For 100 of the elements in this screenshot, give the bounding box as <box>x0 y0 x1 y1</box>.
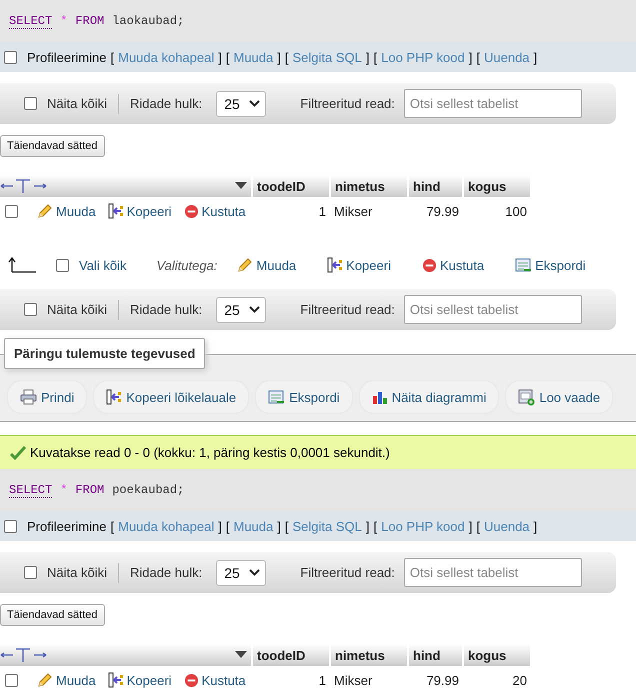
options-button[interactable]: Täiendavad sätted <box>0 135 105 157</box>
bracket: [ <box>284 518 288 534</box>
profiling-label: Profileerimine <box>27 518 106 534</box>
copy-link[interactable]: Kopeeri <box>327 257 391 273</box>
check-icon <box>10 446 26 460</box>
copy-icon <box>108 203 124 219</box>
copy-link[interactable]: Kopeeri <box>108 203 172 219</box>
copy-link[interactable]: Kopeeri <box>108 672 172 688</box>
sql-token: laokaubad; <box>112 14 184 28</box>
select-all-checkbox[interactable] <box>56 258 69 272</box>
view-add-icon <box>518 388 536 406</box>
bracket: ] <box>366 50 370 64</box>
print-button[interactable]: Prindi <box>8 381 86 413</box>
select-all-link[interactable]: Vali kõik <box>79 258 126 272</box>
filter-label: Filtreeritud read: <box>300 96 395 111</box>
export-icon <box>515 258 532 272</box>
sql-token: poekaubad; <box>112 483 184 497</box>
bracket: ] <box>218 518 222 534</box>
rows-select[interactable]: 25 <box>216 560 266 586</box>
bracket: [ <box>284 50 288 64</box>
filter-field[interactable]: Otsi sellest tabelist <box>404 89 582 118</box>
delete-icon <box>422 258 437 272</box>
sort-caret-icon[interactable] <box>235 651 247 659</box>
message-text: Kuvatakse read 0 - 0 (kokku: 1, päring kestis 0,0001 sekundit.) <box>30 445 390 460</box>
options-button[interactable]: Täiendavad sätted <box>0 604 105 626</box>
sql-keyword-link[interactable]: SELECT <box>9 482 52 498</box>
delete-icon <box>184 672 199 688</box>
delete-link[interactable]: Kustuta <box>184 672 246 688</box>
bracket: ] <box>277 518 281 534</box>
delete-link[interactable]: Kustuta <box>422 258 484 272</box>
chevron-down-icon <box>249 569 260 576</box>
column-header[interactable]: toodeID <box>252 175 330 197</box>
column-header[interactable]: kogus <box>463 175 531 197</box>
pencil-icon <box>37 203 53 219</box>
profiling-label: Profileerimine <box>27 50 106 64</box>
column-arrows-icon[interactable] <box>0 178 47 194</box>
show-all-label: Näita kõiki <box>47 565 107 580</box>
table-cell: 20 <box>463 666 531 694</box>
bracket: ] <box>468 518 472 534</box>
bracket: ] <box>468 50 472 64</box>
sql-keyword-link[interactable]: SELECT <box>9 14 52 28</box>
export-button[interactable]: Ekspordi <box>256 381 352 413</box>
copy-icon <box>327 257 344 273</box>
delete-link[interactable]: Kustuta <box>184 204 246 218</box>
filter-field[interactable]: Otsi sellest tabelist <box>404 558 582 587</box>
sql-token: FROM <box>75 483 104 497</box>
checkbox[interactable] <box>24 303 37 316</box>
bar-chart-icon <box>372 389 388 405</box>
checkbox[interactable] <box>4 520 17 532</box>
sql-token: * <box>60 14 68 28</box>
copy-icon <box>108 672 124 688</box>
rows-select[interactable]: 25 <box>216 296 266 322</box>
table-cell: 1 <box>252 197 330 225</box>
filter-label: Filtreeritud read: <box>300 302 395 317</box>
filter-field[interactable]: Otsi sellest tabelist <box>404 295 582 324</box>
sort-caret-icon[interactable] <box>235 182 247 190</box>
checkbox[interactable] <box>4 50 17 64</box>
column-header[interactable]: hind <box>408 175 463 197</box>
bracket: [ <box>374 518 378 534</box>
table-cell: Mikser <box>330 666 408 694</box>
edit-link[interactable]: Muuda <box>37 672 96 688</box>
export-link[interactable]: Ekspordi <box>515 258 586 272</box>
column-header[interactable]: nimetus <box>330 175 408 197</box>
column-header[interactable]: nimetus <box>330 644 408 666</box>
delete-icon <box>184 204 199 218</box>
chevron-down-icon <box>249 100 260 107</box>
column-arrows-icon[interactable] <box>0 647 47 663</box>
bracket: [ <box>476 518 480 534</box>
pencil-icon <box>237 257 254 273</box>
edit-link[interactable]: Muuda <box>237 257 296 273</box>
edit-link[interactable]: Muuda <box>37 203 96 219</box>
bracket: ] <box>277 50 281 64</box>
bracket: ] <box>534 50 538 64</box>
bracket: [ <box>374 50 378 64</box>
bracket: [ <box>476 50 480 64</box>
table-cell: Mikser <box>330 197 408 225</box>
bracket: [ <box>226 50 230 64</box>
bracket: ] <box>366 518 370 534</box>
show-all-label: Näita kõiki <box>47 302 107 317</box>
printer-icon <box>20 389 37 405</box>
table-cell: 79.99 <box>408 197 463 225</box>
table-cell: 79.99 <box>408 666 463 694</box>
checkbox[interactable] <box>24 566 37 579</box>
row-checkbox[interactable] <box>5 674 18 686</box>
with-selected-label: Valitutega: <box>156 258 218 272</box>
row-checkbox[interactable] <box>5 204 18 218</box>
column-header[interactable]: kogus <box>463 644 531 666</box>
rows-label: Ridade hulk: <box>130 565 202 580</box>
copy-button[interactable]: Kopeeri lõikelauale <box>94 381 248 413</box>
column-header[interactable]: toodeID <box>252 644 330 666</box>
filter-label: Filtreeritud read: <box>300 565 395 580</box>
table-cell: 100 <box>463 197 531 225</box>
view-button[interactable]: Loo vaade <box>506 381 612 413</box>
pencil-icon <box>37 672 53 688</box>
rows-select[interactable]: 25 <box>216 90 266 116</box>
column-header[interactable]: hind <box>408 644 463 666</box>
checkbox[interactable] <box>24 97 37 110</box>
chart-button[interactable]: Näita diagrammi <box>360 381 498 413</box>
copy-icon <box>106 389 122 405</box>
rows-label: Ridade hulk: <box>130 96 202 111</box>
